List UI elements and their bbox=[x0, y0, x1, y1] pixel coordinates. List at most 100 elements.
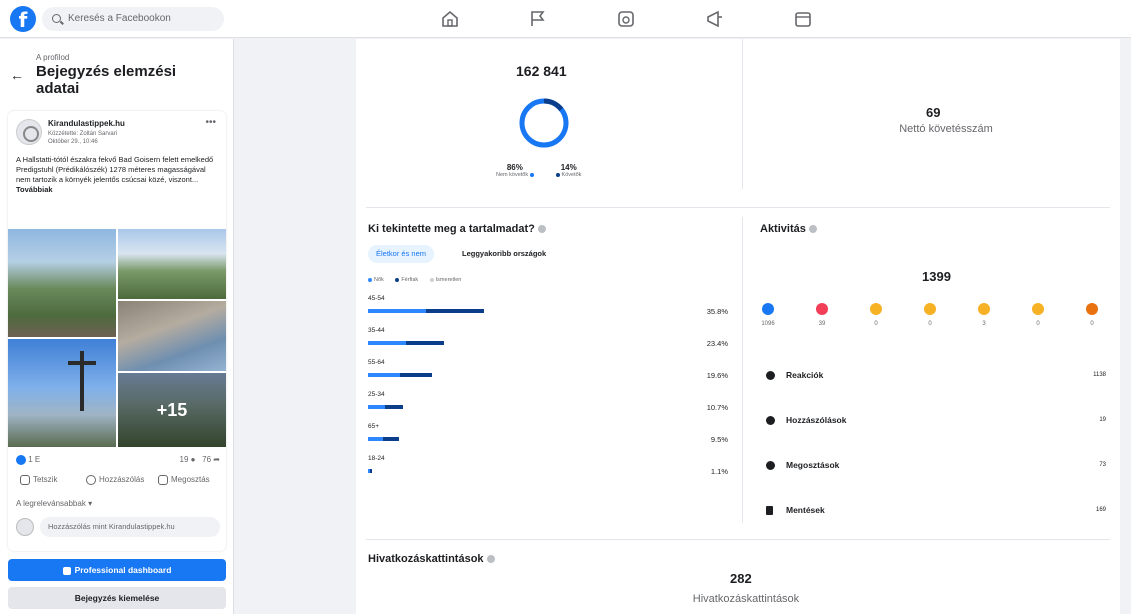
link-clicks-value: 282 bbox=[730, 571, 752, 586]
activity-title: Aktivitás bbox=[760, 223, 817, 235]
followers-legend: 14% Követők bbox=[556, 163, 581, 178]
followers-pct: 14% bbox=[560, 163, 577, 172]
reaction-item: 0 bbox=[1082, 303, 1102, 327]
activity-row-value: 19 bbox=[1099, 417, 1106, 423]
comment-bubble-icon: ● bbox=[190, 455, 196, 464]
haha-icon bbox=[924, 303, 936, 315]
info-icon[interactable] bbox=[486, 555, 495, 564]
row-divider bbox=[366, 207, 1110, 208]
thumbs-up-icon bbox=[20, 475, 30, 485]
reaction-item: 3 bbox=[974, 303, 994, 327]
age-label: 35-44 bbox=[368, 327, 385, 334]
post-photo[interactable] bbox=[118, 229, 226, 299]
post-photo[interactable] bbox=[118, 301, 226, 371]
post-photo[interactable] bbox=[8, 229, 116, 337]
top-bar: f Keresés a Facebookon ⋮ bbox=[0, 0, 1131, 38]
tab-age-gender[interactable]: Életkor és nem bbox=[368, 245, 435, 263]
like-icon bbox=[762, 303, 774, 315]
share-arrow-icon: ➦ bbox=[213, 455, 220, 464]
legend-unknown: Ismeretlen bbox=[435, 277, 462, 283]
megaphone-icon[interactable] bbox=[704, 8, 726, 30]
summit-cross bbox=[68, 351, 96, 411]
comment-button-label: Hozzászólás bbox=[99, 475, 145, 485]
link-clicks-label: Hivatkozáskattintások bbox=[692, 593, 800, 605]
activity-row-label: Hozzászólások bbox=[786, 415, 847, 425]
nonfollowers-pct: 86% bbox=[506, 163, 523, 172]
audience-title-text: Ki tekintette meg a tartalmadat? bbox=[368, 223, 535, 235]
comment-count[interactable]: 19 bbox=[180, 455, 189, 464]
reaction-item-count: 39 bbox=[818, 321, 826, 327]
activity-total: 1399 bbox=[922, 269, 951, 284]
comment-input[interactable]: Hozzászólás mint Kirandulastippek.hu bbox=[40, 517, 220, 537]
net-follows-value: 69 bbox=[926, 105, 941, 120]
nonfollowers-label: Nem követők bbox=[496, 172, 529, 178]
net-follows-label: Nettó követésszám bbox=[899, 123, 993, 135]
activity-row: Mentések 169 bbox=[766, 504, 1106, 520]
activity-row: Megosztások 73 bbox=[766, 459, 1106, 475]
reaction-item-count: 0 bbox=[874, 321, 878, 327]
page-title: Bejegyzés elemzési adatai bbox=[36, 63, 177, 97]
search-input[interactable]: Keresés a Facebookon bbox=[42, 7, 224, 31]
age-row: 18-24 1.1% bbox=[368, 455, 728, 485]
page-avatar[interactable] bbox=[16, 119, 42, 145]
post-photo[interactable] bbox=[8, 339, 116, 447]
followers-label: Követők bbox=[561, 172, 582, 178]
age-label: 65+ bbox=[368, 423, 380, 430]
post-card: Kirandulastippek.hu Közzétette: Zoltán S… bbox=[8, 111, 226, 551]
sad-icon bbox=[1032, 303, 1044, 315]
engagement-counts: 19 ● 76 ➦ bbox=[180, 455, 221, 464]
age-row: 45-54 35.8% bbox=[368, 295, 728, 325]
post-page-name[interactable]: Kirandulastippek.hu bbox=[48, 119, 125, 128]
info-icon[interactable] bbox=[537, 225, 546, 234]
back-arrow-icon[interactable]: ← bbox=[10, 67, 24, 83]
reach-value: 162 841 bbox=[516, 63, 567, 79]
professional-dashboard-button[interactable]: Professional dashboard bbox=[8, 559, 226, 581]
post-options-icon[interactable]: ••• bbox=[205, 117, 216, 128]
more-photos-count[interactable]: +15 bbox=[118, 373, 226, 447]
facebook-logo[interactable]: f bbox=[10, 6, 36, 32]
age-label: 55-64 bbox=[368, 359, 385, 366]
bar-women bbox=[368, 309, 426, 313]
gender-legend: Nők Férfiak Ismeretlen bbox=[368, 277, 471, 283]
video-icon[interactable] bbox=[615, 8, 637, 30]
legend-dot bbox=[556, 172, 560, 177]
menu-icon[interactable]: ⋮ bbox=[1125, 10, 1131, 28]
left-panel: A profilod ← Bejegyzés elemzési adatai K… bbox=[0, 39, 234, 614]
comment-sort[interactable]: A legrelevánsabbak ▾ bbox=[16, 499, 92, 508]
share-count[interactable]: 76 bbox=[202, 455, 211, 464]
like-icon bbox=[16, 455, 26, 465]
reaction-item-count: 3 bbox=[982, 321, 986, 327]
post-meta: Közzétette: Zoltán Sarvari Október 29., … bbox=[48, 130, 117, 146]
link-clicks-title-text: Hivatkozáskattintások bbox=[368, 553, 484, 565]
tab-top-countries[interactable]: Leggyakoribb országok bbox=[462, 245, 546, 263]
breadcrumb[interactable]: A profilod bbox=[36, 53, 69, 62]
like-button-label: Tetszik bbox=[33, 475, 58, 485]
activity-row-value: 169 bbox=[1095, 507, 1106, 513]
share-button[interactable]: Megosztás bbox=[158, 475, 210, 485]
comment-button[interactable]: Hozzászólás bbox=[86, 475, 144, 485]
reaction-summary: 1 E 19 ● 76 ➦ bbox=[16, 455, 220, 467]
reaction-item: 0 bbox=[866, 303, 886, 327]
age-pct: 23.4% bbox=[706, 339, 728, 348]
age-row: 25-34 10.7% bbox=[368, 391, 728, 421]
professional-dashboard-label: Professional dashboard bbox=[74, 565, 172, 575]
insights-panel: 162 841 86% Nem követők 14% Követők 69 N… bbox=[356, 39, 1120, 614]
home-icon[interactable] bbox=[439, 8, 461, 30]
photo-grid: +15 bbox=[8, 229, 226, 447]
care-icon bbox=[870, 303, 882, 315]
activity-row: Hozzászólások 19 bbox=[766, 414, 1106, 430]
share-button-label: Megosztás bbox=[171, 475, 210, 485]
age-row: 35-44 23.4% bbox=[368, 327, 728, 357]
like-button[interactable]: Tetszik bbox=[20, 475, 57, 485]
age-pct: 19.6% bbox=[706, 371, 728, 380]
see-more-link[interactable]: Továbbiak bbox=[16, 185, 220, 195]
search-placeholder: Keresés a Facebookon bbox=[68, 13, 171, 24]
flag-icon[interactable] bbox=[526, 8, 548, 30]
post-date[interactable]: Október 29., 10:46 bbox=[48, 138, 117, 146]
info-icon[interactable] bbox=[808, 225, 817, 234]
reaction-count[interactable]: 1 E bbox=[28, 455, 40, 464]
love-icon bbox=[816, 303, 828, 315]
calendar-icon[interactable] bbox=[792, 8, 814, 30]
boost-post-button[interactable]: Bejegyzés kiemelése bbox=[8, 587, 226, 609]
post-photo[interactable]: +15 bbox=[118, 373, 226, 447]
